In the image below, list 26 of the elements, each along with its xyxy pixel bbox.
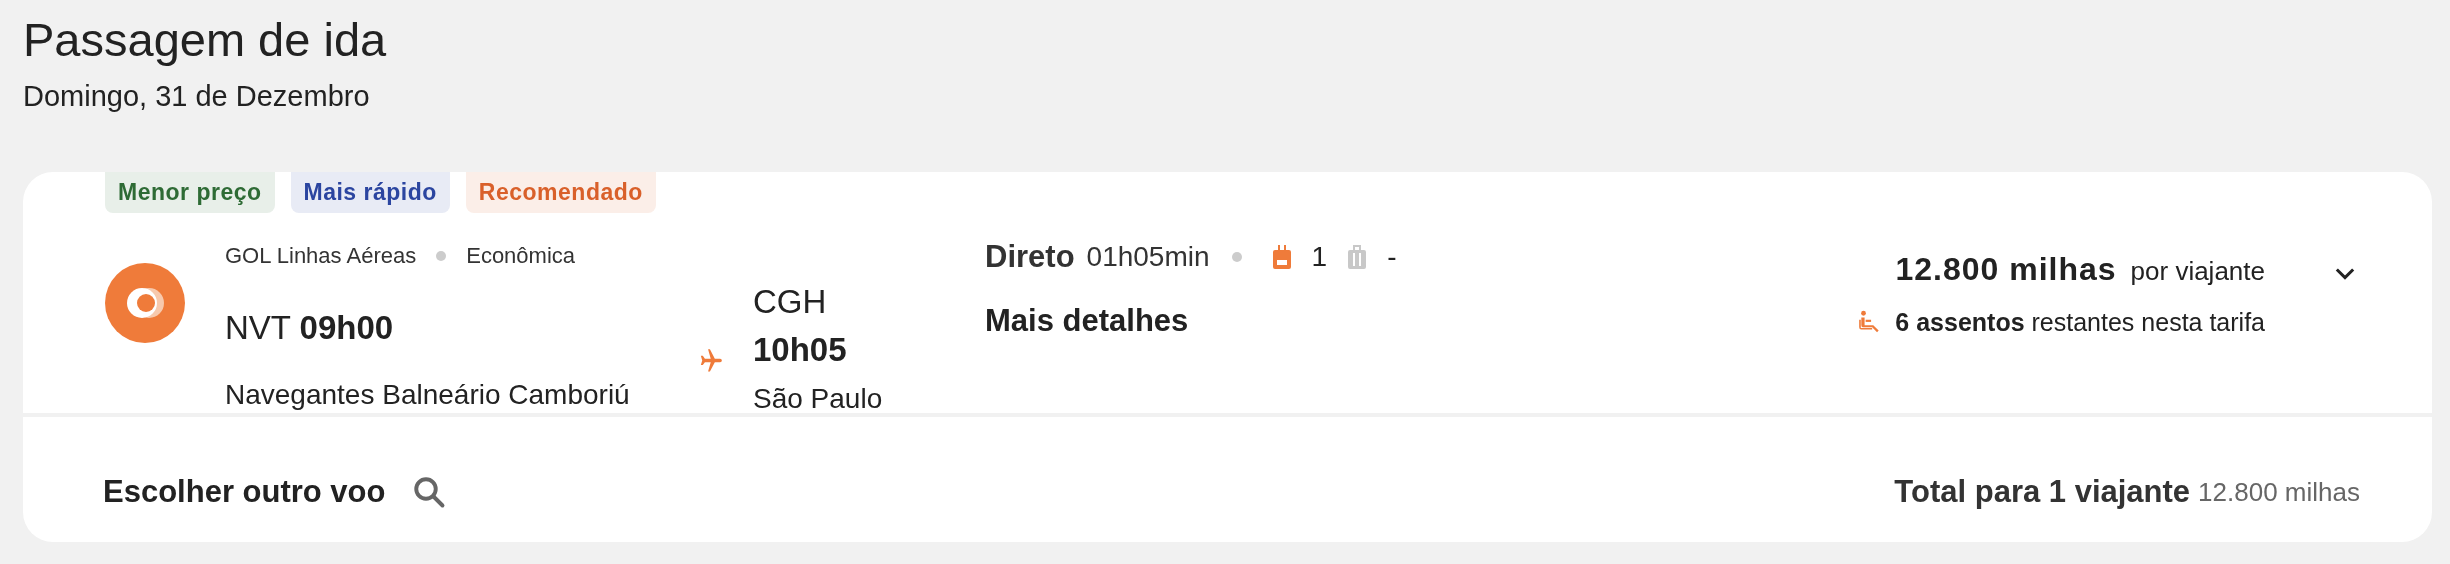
destination-city: São Paulo [753,383,883,415]
origin-city: Navegantes Balneário Camboriú [225,379,631,411]
baggage-count: 1 [1311,241,1328,273]
departure: NVT 09h00 [225,309,395,347]
search-icon[interactable] [411,474,448,510]
total-value: 12.800 milhas [2198,476,2360,508]
airline-name: GOL Linhas Aéreas [225,243,417,269]
flight-date: Domingo, 31 de Dezembro [23,79,371,114]
tag: Menor preço [105,172,275,213]
price: 12.800 milhas [1895,251,2117,288]
tag: Recomendado [465,172,656,213]
seats-remaining: 6 assentos restantes nesta tarifa [1895,308,2265,337]
price-unit: por viajante [2130,256,2265,287]
details-link[interactable]: Mais detalhes [985,303,1189,339]
arrival-time: 10h05 [753,331,848,369]
separator-dot [1231,252,1242,262]
separator-dot [436,251,447,261]
choose-other-flight-link[interactable]: Escolher outro voo [103,474,386,510]
total-label: Total para 1 viajante [1894,474,2191,510]
duration: 01h05min [1086,241,1210,273]
tag: Mais rápido [290,172,450,213]
page-title: Passagem de ida [23,12,388,68]
cabin-class: Econômica [466,243,576,269]
baggage-count: - [1387,241,1397,273]
stops: Direto [985,239,1075,275]
arrival-airport: CGH [753,283,828,321]
